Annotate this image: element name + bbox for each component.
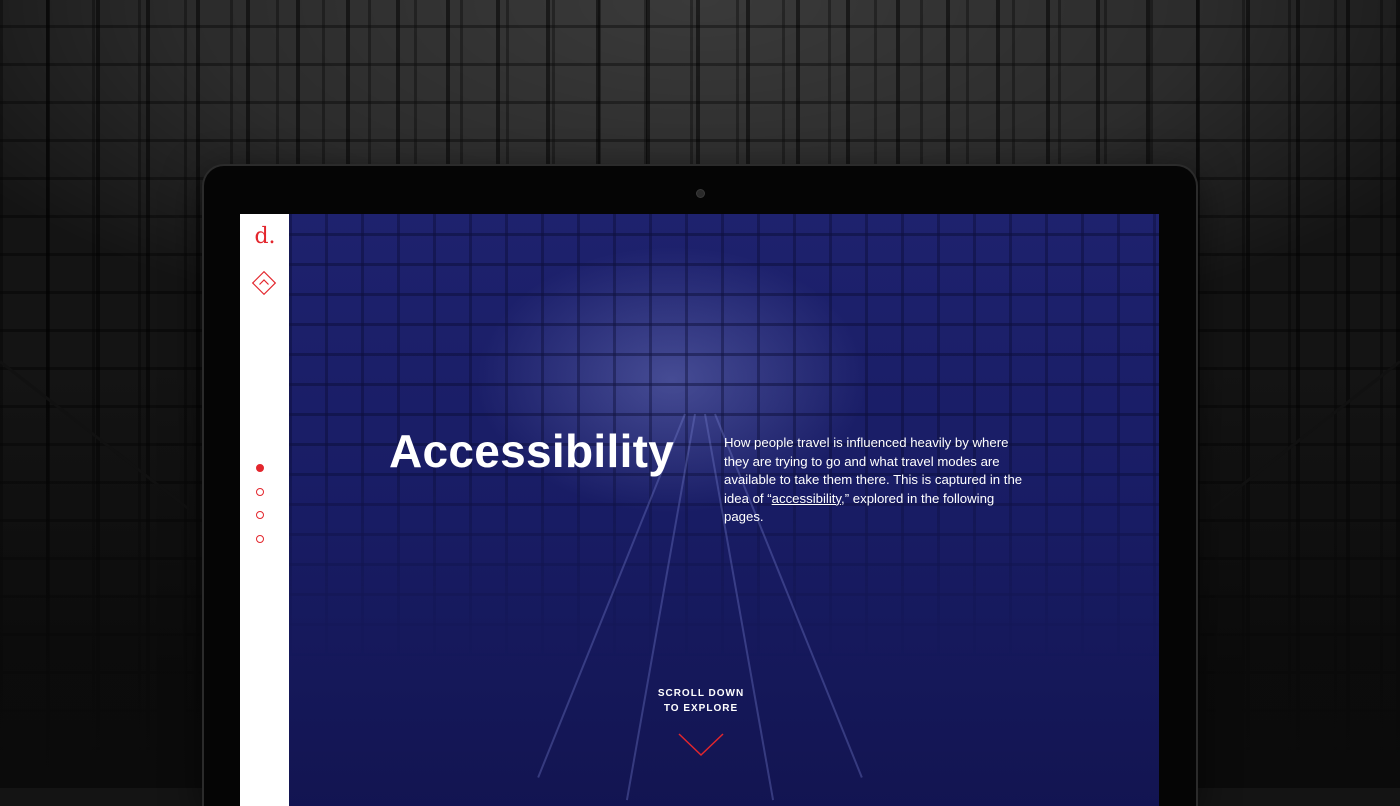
scroll-label-line2: TO EXPLORE — [663, 703, 739, 714]
scroll-label-line1: SCROLL DOWN — [657, 688, 745, 699]
laptop-frame: d. Accessibility How people travel is in… — [204, 166, 1196, 806]
diamond-chevron-up-icon[interactable] — [251, 270, 277, 296]
camera-icon — [696, 189, 705, 198]
hero-section: Accessibility How people travel is influ… — [289, 214, 1159, 806]
nav-dot-1[interactable] — [256, 464, 264, 472]
sidebar: d. — [240, 214, 289, 806]
nav-dot-3[interactable] — [256, 511, 264, 519]
page-title: Accessibility — [389, 425, 675, 477]
logo[interactable]: d. — [252, 224, 278, 249]
nav-dot-2[interactable] — [256, 487, 264, 496]
website-screen: d. Accessibility How people travel is in… — [240, 214, 1159, 806]
scroll-down-button[interactable]: SCROLL DOWN TO EXPLORE — [639, 686, 763, 757]
nav-dot-4[interactable] — [256, 534, 264, 543]
accessibility-link[interactable]: accessibility — [772, 491, 841, 506]
hero-description: How people travel is influenced heavily … — [724, 434, 1024, 527]
section-nav-dots — [256, 464, 264, 558]
chevron-down-icon — [678, 733, 724, 757]
